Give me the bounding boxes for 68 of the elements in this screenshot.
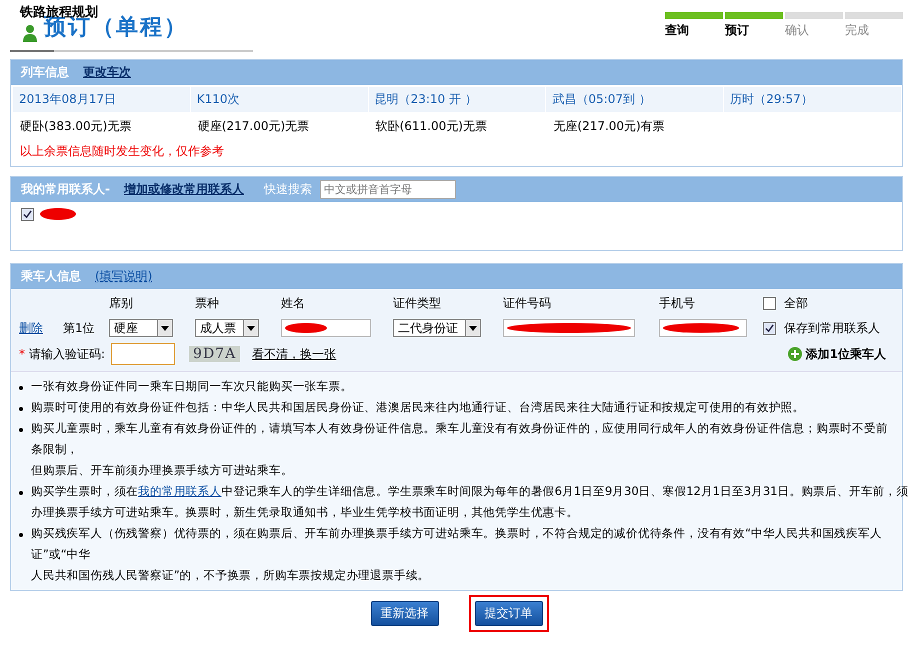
train-info-cell: 昆明（23:10 开 ） (368, 87, 546, 112)
save-contact-checkbox[interactable] (763, 322, 776, 334)
seat-availability: 硬座(217.00元)无票 (196, 118, 310, 135)
note-text: 购买儿童票时，乘车儿童有有效身份证件的，请填写本人有效身份证件信息。乘车儿童没有有效身份证件的，应使用同行成年人的有效身份证件信息；购票时不受前 (31, 421, 888, 435)
bullet-icon (19, 407, 23, 411)
bullet-icon (19, 533, 23, 537)
refresh-captcha-link[interactable]: 看不清，换一张 (252, 346, 336, 362)
change-train-link[interactable]: 更改车次 (83, 64, 131, 81)
note-text: 购票时可使用的有效身份证件包括：中华人民共和国居民身份证、港澳居民来往内地通行证、台湾居民来往大陆通行证和按规定可使用的有效护照。 (31, 400, 805, 414)
note-text: 证”或“中华 (31, 547, 90, 561)
seat-availability: 软卧(611.00元)无票 (374, 118, 488, 135)
note-text: 购买学生票时，须在 (31, 484, 138, 498)
delete-link[interactable]: 删除 (19, 320, 63, 336)
step-label: 预订 (725, 22, 750, 39)
note-text: 中登记乘车人的学生详细信息。学生票乘车时间限为每年的暑假6月1日至9月30日、寒假12月1日至3月31日。购票后、开车前，须 (221, 484, 908, 498)
note-text: 人民共和国伤残人民警察证”的，不予换票，所购车票按规定办理退票手续。 (31, 568, 430, 582)
column-header: 姓名 (281, 295, 306, 312)
add-passenger-link[interactable]: 添加1位乘车人 (806, 346, 886, 362)
captcha-image: 9D7A (189, 346, 240, 362)
save-contact-label: 保存到常用联系人 (784, 320, 880, 336)
bullet-icon (19, 491, 23, 495)
note-text: 一张有效身份证件同一乘车日期同一车次只能购买一张车票。 (31, 379, 352, 393)
search-label: 快速搜索 (264, 181, 312, 198)
phone-field[interactable] (659, 319, 747, 337)
column-header: 证件号码 (503, 295, 552, 312)
captcha-label: 请输入验证码: (29, 346, 106, 362)
edit-contacts-link[interactable]: 增加或修改常用联系人 (124, 181, 244, 198)
add-icon (788, 347, 802, 361)
column-header: 证件类型 (393, 295, 442, 312)
column-header: 票种 (195, 295, 220, 312)
step-label: 完成 (845, 22, 870, 39)
select-all-label: 全部 (784, 295, 808, 312)
seat-availability: 无座(217.00元)有票 (552, 118, 666, 135)
name-field[interactable] (281, 319, 371, 337)
train-info-cell: 历时（29:57） (723, 87, 901, 112)
ticket-type-select[interactable]: 成人票 (195, 319, 259, 337)
seat-select[interactable]: 硬座 (109, 319, 173, 337)
step-label: 确认 (785, 22, 810, 39)
note-text: 办理换票手续方可进站乘车。换票时，新生凭录取通知书，毕业生凭学校书面证明，其他凭学生优惠卡。 (31, 505, 578, 519)
search-field[interactable]: 中文或拼音首字母 (320, 180, 456, 199)
captcha-field[interactable] (111, 343, 176, 365)
person-icon (22, 24, 38, 42)
train-info-cell: K110次 (190, 87, 368, 112)
contacts-link[interactable]: 我的常用联系人 (138, 484, 222, 498)
step-label: 查询 (665, 22, 690, 39)
section-title: 乘车人信息 (21, 268, 81, 285)
id-number-field[interactable] (503, 319, 635, 337)
section-title: 列车信息 (21, 64, 69, 81)
note-text: 条限制， (31, 442, 79, 456)
train-info-cell: 2013年08月17日 (12, 87, 190, 112)
warning-text: 以上余票信息随时发生变化，仅作参考 (19, 143, 225, 160)
column-header: 手机号 (659, 295, 696, 312)
note-text: 购买残疾军人（伤残警察）优待票的，须在购票后、开车前办理换票手续方可进站乘车。换票时，不符合规定的减价优待条件，没有有效“中华人民共和国残疾军人 (31, 526, 882, 540)
section-title: 我的常用联系人- (21, 181, 110, 198)
select-all-checkbox[interactable] (763, 297, 776, 310)
action-button[interactable]: 提交订单 (474, 601, 542, 626)
column-header: 席别 (109, 295, 134, 312)
id-type-select[interactable]: 二代身份证 (393, 319, 481, 337)
note-text: 但购票后、开车前须办理换票手续方可进站乘车。 (31, 463, 293, 477)
seat-availability: 硬卧(383.00元)无票 (19, 118, 132, 135)
passenger-position: 第1位 (63, 320, 96, 336)
bullet-icon (19, 428, 23, 432)
bullet-icon (19, 386, 23, 390)
contact-checkbox[interactable] (21, 208, 34, 220)
required-mark: * (19, 347, 25, 361)
help-link[interactable]: (填写说明) (95, 268, 152, 285)
action-button[interactable]: 重新选择 (370, 601, 438, 626)
train-info-cell: 武昌（05:07到 ） (545, 87, 724, 112)
